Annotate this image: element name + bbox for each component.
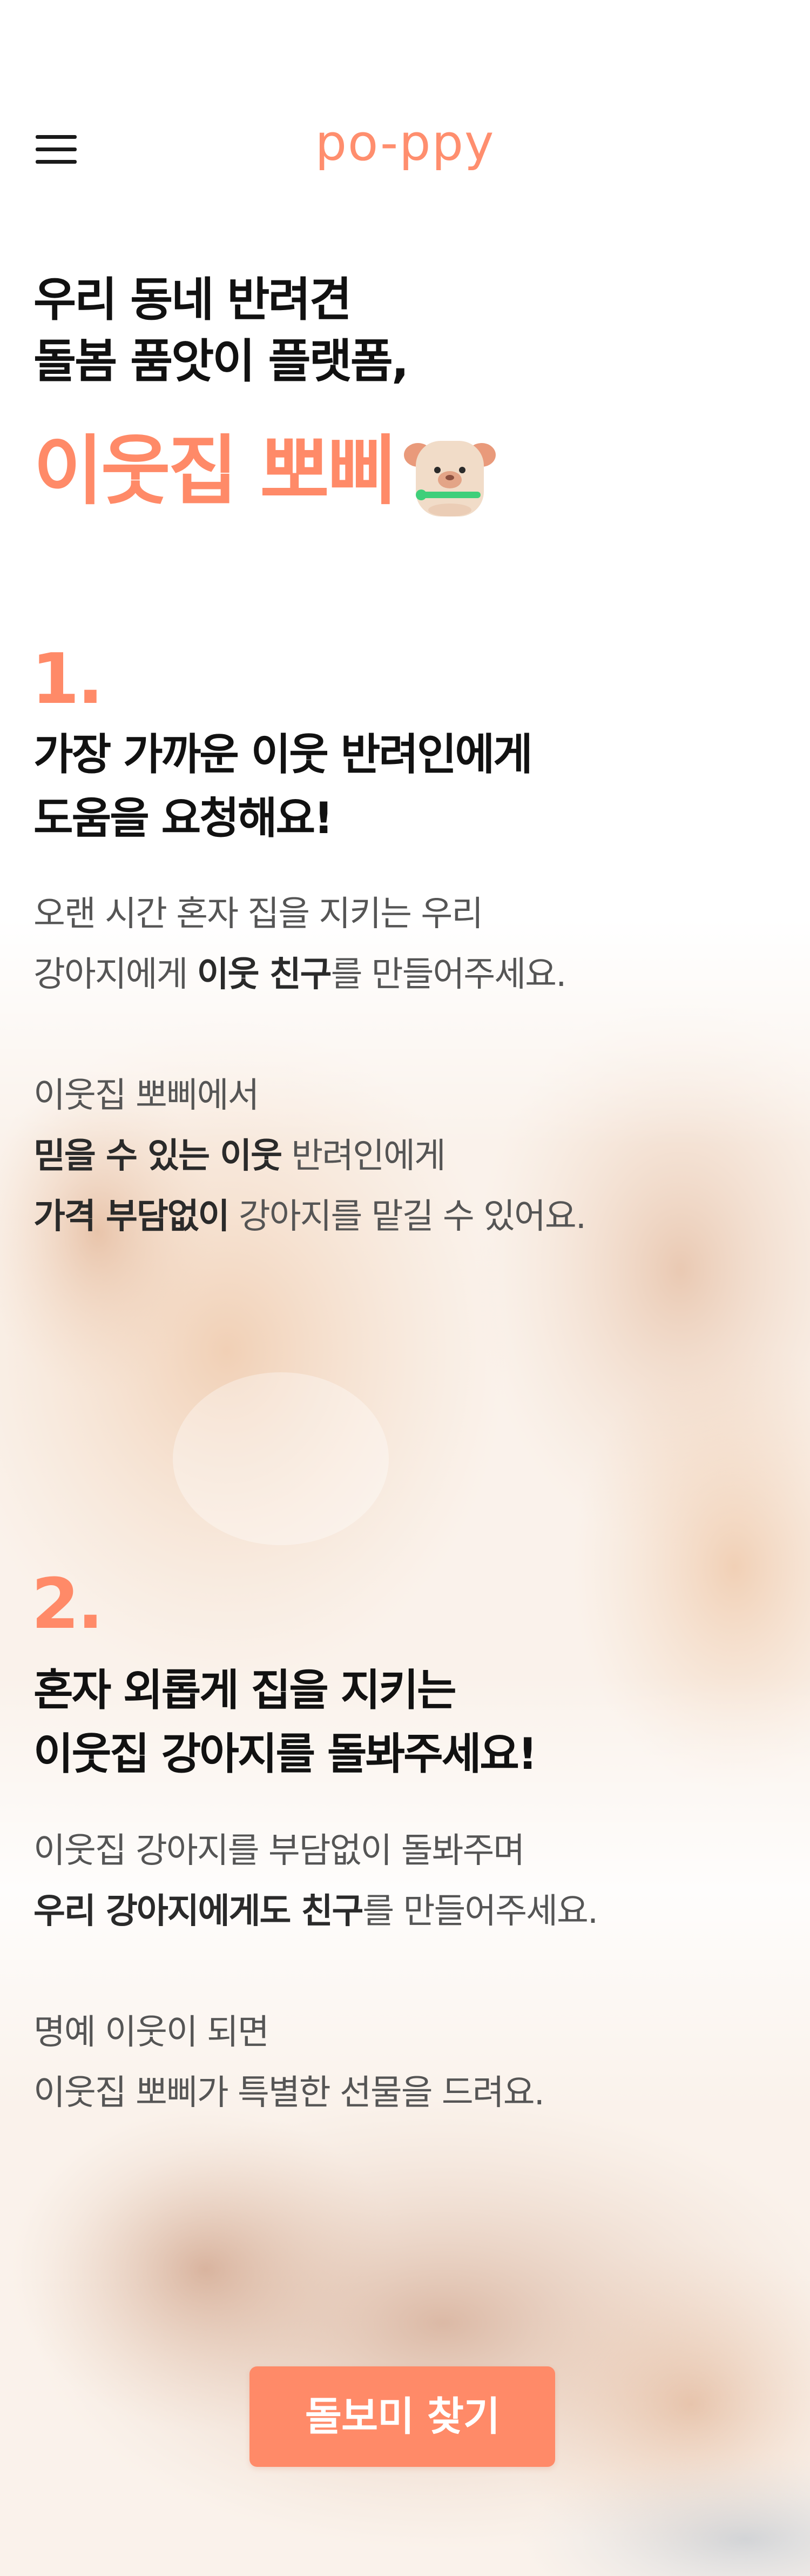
section1-text-line4: 믿을 수 있는 이웃 반려인에게 bbox=[33, 1136, 446, 1176]
highlight-friend-for-our-dog: 우리 강아지에게도 친구 bbox=[33, 1891, 363, 1931]
section2-text-line2: 우리 강아지에게도 친구를 만들어주세요. bbox=[33, 1891, 598, 1931]
app-logo[interactable]: po-ppy bbox=[292, 113, 518, 173]
landing-page: po-ppy 우리 동네 반려견 돌봄 품앗이 플랫폼, 이웃집 뽀삐 1. 가… bbox=[0, 0, 810, 2576]
section2-text-line3: 명예 이웃이 되면 bbox=[33, 2013, 269, 2052]
section2-text-line4: 이웃집 뽀삐가 특별한 선물을 드려요. bbox=[33, 2073, 545, 2113]
section2-title-line2: 이웃집 강아지를 돌봐주세요! bbox=[33, 1729, 537, 1779]
section1-text-line3: 이웃집 뽀삐에서 bbox=[33, 1076, 260, 1116]
hero-headline-line1: 우리 동네 반려견 bbox=[33, 273, 352, 327]
section1-text-line5: 가격 부담없이 강아지를 맡길 수 있어요. bbox=[33, 1197, 586, 1237]
highlight-trusted-neighbor: 믿을 수 있는 이웃 bbox=[33, 1136, 282, 1176]
step-number-1: 1. bbox=[31, 639, 104, 720]
hero-brand-name: 이웃집 뽀삐 bbox=[33, 427, 397, 515]
section1-text-line2: 강아지에게 이웃 친구를 만들어주세요. bbox=[33, 955, 566, 995]
puppy-mascot-icon bbox=[404, 441, 496, 516]
find-sitter-button[interactable]: 돌보미 찾기 bbox=[249, 2366, 555, 2467]
section2-title-line1: 혼자 외롭게 집을 지키는 bbox=[33, 1665, 457, 1715]
section2-text-line1: 이웃집 강아지를 부담없이 돌봐주며 bbox=[33, 1831, 525, 1871]
highlight-neighbor-friend: 이웃 친구 bbox=[197, 955, 332, 995]
section1-text-line1: 오랜 시간 혼자 집을 지키는 우리 bbox=[33, 894, 483, 934]
section1-title-line2: 도움을 요청해요! bbox=[33, 793, 334, 843]
hamburger-menu-icon[interactable] bbox=[33, 133, 79, 166]
highlight-no-cost-burden: 가격 부담없이 bbox=[33, 1197, 230, 1237]
section1-title-line1: 가장 가까운 이웃 반려인에게 bbox=[33, 729, 533, 780]
step-number-2: 2. bbox=[31, 1564, 104, 1645]
hero-headline-line2: 돌봄 품앗이 플랫폼, bbox=[33, 334, 409, 388]
